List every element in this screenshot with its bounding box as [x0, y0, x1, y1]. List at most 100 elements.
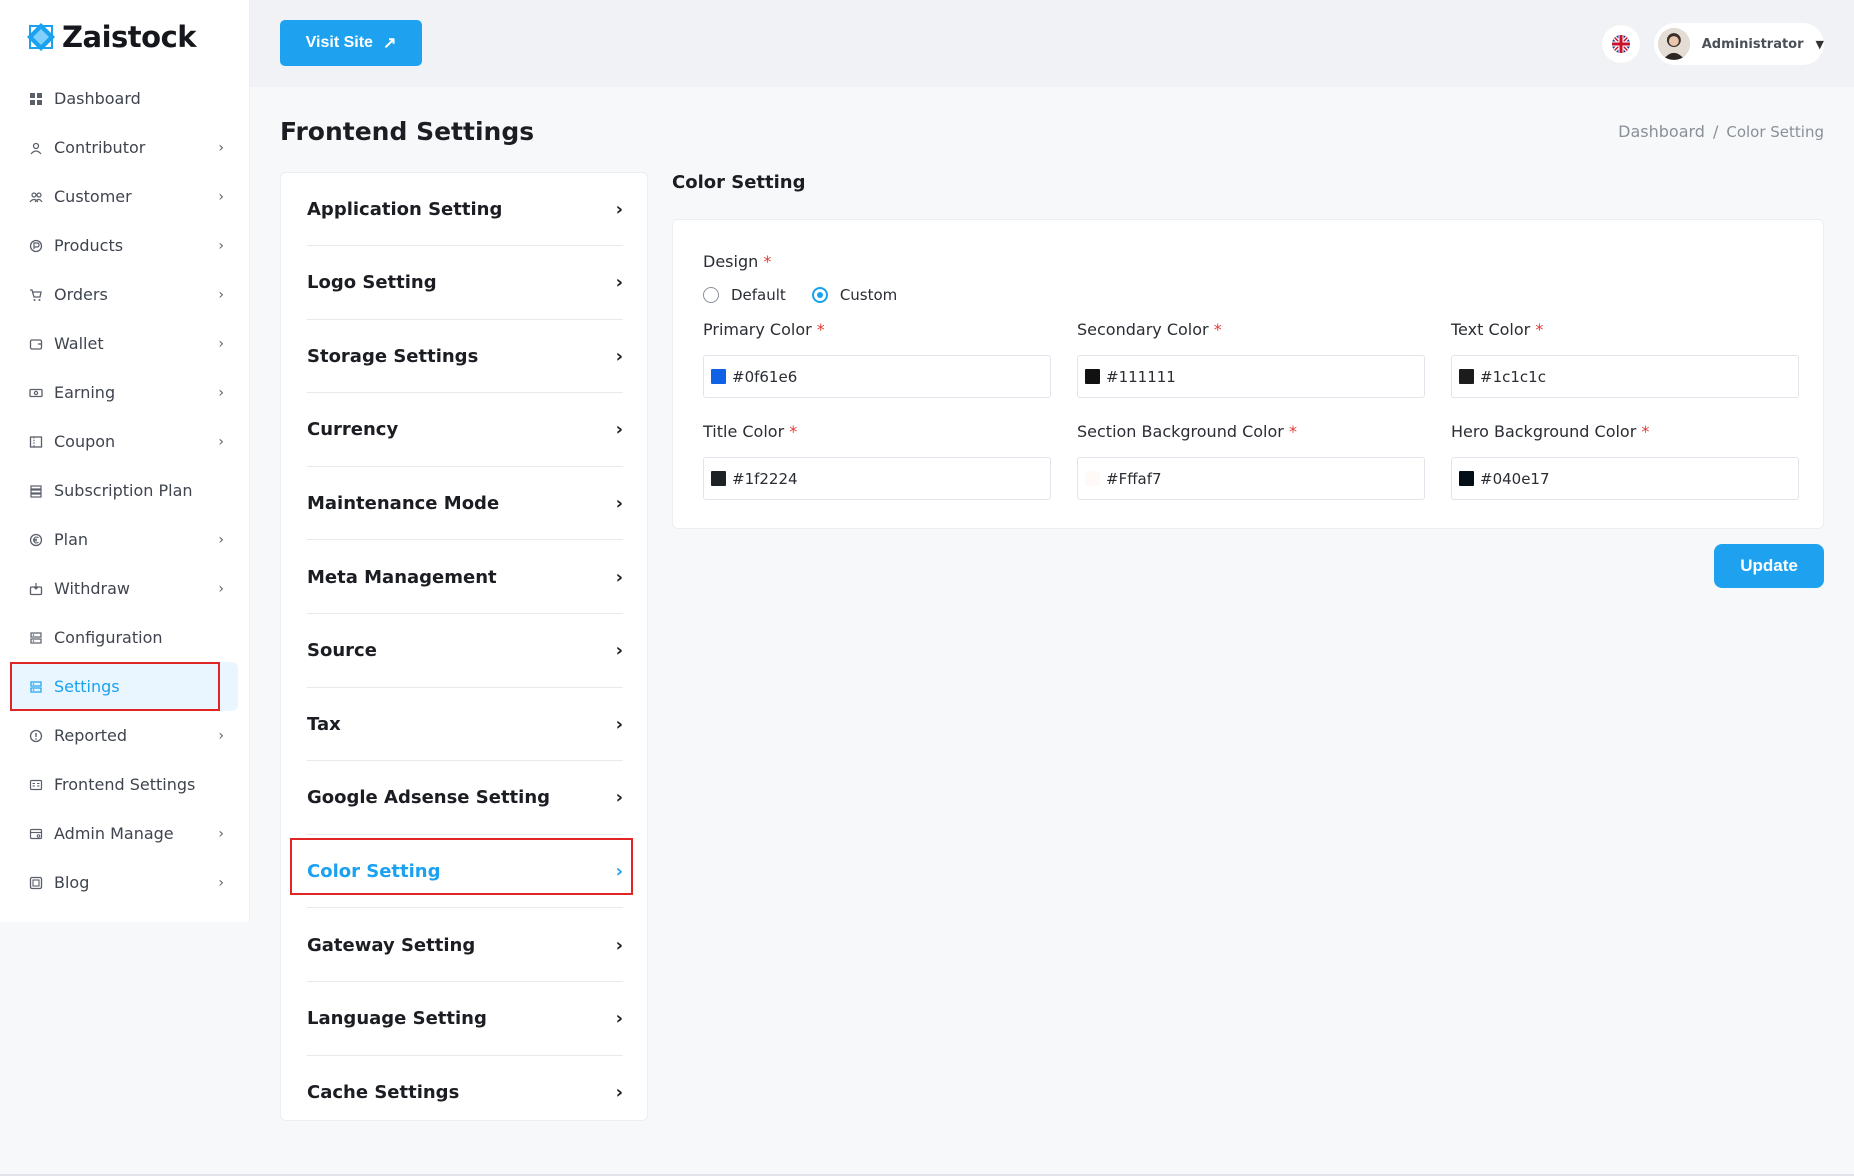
chevron-right-icon: › — [615, 566, 623, 588]
secondary-color-input[interactable]: #111111 — [1077, 355, 1425, 398]
settings-menu: Application Setting › Logo Setting › Storage… — [280, 172, 648, 1121]
settings-menu-currency[interactable]: Currency › — [307, 394, 623, 467]
breadcrumb-separator: / — [1712, 122, 1719, 141]
sidebar-item-label: Dashboard — [54, 89, 141, 108]
language-switcher[interactable] — [1602, 25, 1640, 63]
breadcrumb-home-link[interactable]: Dashboard — [1618, 122, 1705, 141]
brand-logo[interactable]: Zaistock — [26, 20, 197, 54]
wallet-icon — [28, 336, 44, 352]
sidebar-item-reported[interactable]: Reported › — [10, 711, 238, 760]
sidebar-item-subscription-plan[interactable]: Subscription Plan — [10, 466, 238, 515]
sidebar-item-frontend-settings[interactable]: Frontend Settings — [10, 760, 238, 809]
user-name: Administrator — [1701, 36, 1804, 52]
color-swatch[interactable] — [1085, 471, 1100, 486]
sidebar-item-plan[interactable]: Plan › — [10, 515, 238, 564]
settings-menu-application-setting[interactable]: Application Setting › — [307, 173, 623, 246]
color-swatch[interactable] — [1085, 369, 1100, 384]
user-menu[interactable]: Administrator ▼ — [1654, 23, 1824, 65]
field-label-text: Section Background Color — [1077, 422, 1284, 441]
update-button[interactable]: Update — [1714, 544, 1824, 588]
color-swatch[interactable] — [1459, 369, 1474, 384]
sidebar-item-blog[interactable]: Blog › — [10, 858, 238, 907]
color-value: #111111 — [1106, 367, 1176, 386]
sidebar: Zaistock Dashboard Contributor › Customer › P… — [0, 0, 250, 922]
external-link-icon: ↗ — [382, 35, 397, 52]
color-swatch[interactable] — [1459, 471, 1474, 486]
sidebar-item-wallet[interactable]: Wallet › — [10, 319, 238, 368]
sidebar-item-settings[interactable]: Settings — [10, 662, 238, 711]
settings-menu-language-setting[interactable]: Language Setting › — [307, 983, 623, 1056]
avatar-image-icon — [1658, 28, 1690, 60]
settings-menu-label: Logo Setting — [307, 272, 437, 294]
sidebar-item-orders[interactable]: Orders › — [10, 270, 238, 319]
section-background-color-label: Section Background Color * — [1077, 422, 1297, 441]
sidebar-item-label: Frontend Settings — [54, 775, 196, 794]
sidebar-item-label: Contributor — [54, 138, 146, 157]
hero-background-color-input[interactable]: #040e17 — [1451, 457, 1799, 500]
sidebar-item-products[interactable]: Products › — [10, 221, 238, 270]
required-mark: * — [1288, 422, 1297, 441]
alert-icon — [28, 728, 44, 744]
required-mark: * — [1641, 422, 1650, 441]
field-label-text: Hero Background Color — [1451, 422, 1637, 441]
sidebar-item-label: Customer — [54, 187, 132, 206]
required-mark: * — [1213, 320, 1222, 339]
product-icon — [28, 238, 44, 254]
grid-icon — [28, 91, 44, 107]
field-label-text: Secondary Color — [1077, 320, 1209, 339]
sidebar-item-customer[interactable]: Customer › — [10, 172, 238, 221]
section-background-color-input[interactable]: #Fffaf7 — [1077, 457, 1425, 500]
sidebar-item-coupon[interactable]: Coupon › — [10, 417, 238, 466]
breadcrumb: Dashboard / Color Setting — [1618, 122, 1824, 141]
sidebar-item-label: Orders — [54, 285, 108, 304]
field-label-text: Primary Color — [703, 320, 812, 339]
settings-menu-tax[interactable]: Tax › — [307, 688, 623, 762]
sidebar-item-admin-manage[interactable]: Admin Manage › — [10, 809, 238, 858]
sidebar-item-label: Products — [54, 236, 124, 255]
settings-menu-gateway-setting[interactable]: Gateway Setting › — [307, 909, 623, 982]
primary-color-input[interactable]: #0f61e6 — [703, 355, 1051, 398]
sidebar-item-withdraw[interactable]: Withdraw › — [10, 564, 238, 613]
sidebar-item-contributor[interactable]: Contributor › — [10, 123, 238, 172]
field-label-text: Text Color — [1451, 320, 1531, 339]
secondary-color-label: Secondary Color * — [1077, 320, 1222, 339]
settings-menu-meta-management[interactable]: Meta Management › — [307, 541, 623, 614]
sidebar-item-earning[interactable]: Earning › — [10, 368, 238, 417]
color-swatch[interactable] — [711, 471, 726, 486]
users-icon — [28, 189, 44, 205]
hero-background-color-label: Hero Background Color * — [1451, 422, 1649, 441]
settings-menu-color-setting[interactable]: Color Setting › — [307, 835, 623, 909]
user-icon — [28, 140, 44, 156]
sidebar-item-configuration[interactable]: Configuration — [10, 613, 238, 662]
settings-menu-storage-settings[interactable]: Storage Settings › — [307, 320, 623, 394]
settings-menu-maintenance-mode[interactable]: Maintenance Mode › — [307, 467, 623, 541]
settings-menu-label: Currency — [307, 419, 399, 441]
settings-menu-label: Source — [307, 640, 377, 662]
settings-menu-google-adsense-setting[interactable]: Google Adsense Setting › — [307, 762, 623, 835]
settings-menu-logo-setting[interactable]: Logo Setting › — [307, 247, 623, 320]
settings-menu-source[interactable]: Source › — [307, 615, 623, 688]
title-color-input[interactable]: #1f2224 — [703, 457, 1051, 500]
sidebar-item-label: Withdraw — [54, 579, 130, 598]
chevron-right-icon: › — [615, 640, 623, 662]
required-mark: * — [1535, 320, 1544, 339]
settings-menu-cache-settings[interactable]: Cache Settings › — [307, 1056, 623, 1129]
text-color-input[interactable]: #1c1c1c — [1451, 355, 1799, 398]
stack-icon — [28, 483, 44, 499]
caret-down-icon: ▼ — [1815, 37, 1824, 51]
design-radio-custom[interactable] — [811, 287, 828, 303]
chevron-right-icon: › — [615, 198, 623, 220]
sidebar-item-dashboard[interactable]: Dashboard — [10, 74, 238, 123]
design-radio-default[interactable] — [703, 287, 719, 303]
sidebar-item-label: Coupon — [54, 432, 116, 451]
settings-menu-label: Language Setting — [307, 1008, 487, 1030]
chevron-right-icon: › — [615, 1008, 623, 1030]
color-swatch[interactable] — [711, 369, 726, 384]
chevron-right-icon: › — [615, 787, 623, 809]
design-label-text: Design — [703, 252, 759, 271]
chevron-right-icon: › — [218, 727, 224, 744]
visit-site-button[interactable]: Visit Site ↗ — [280, 20, 422, 66]
required-mark: * — [816, 320, 825, 339]
chevron-right-icon: › — [218, 433, 224, 450]
title-color-label: Title Color * — [703, 422, 797, 441]
